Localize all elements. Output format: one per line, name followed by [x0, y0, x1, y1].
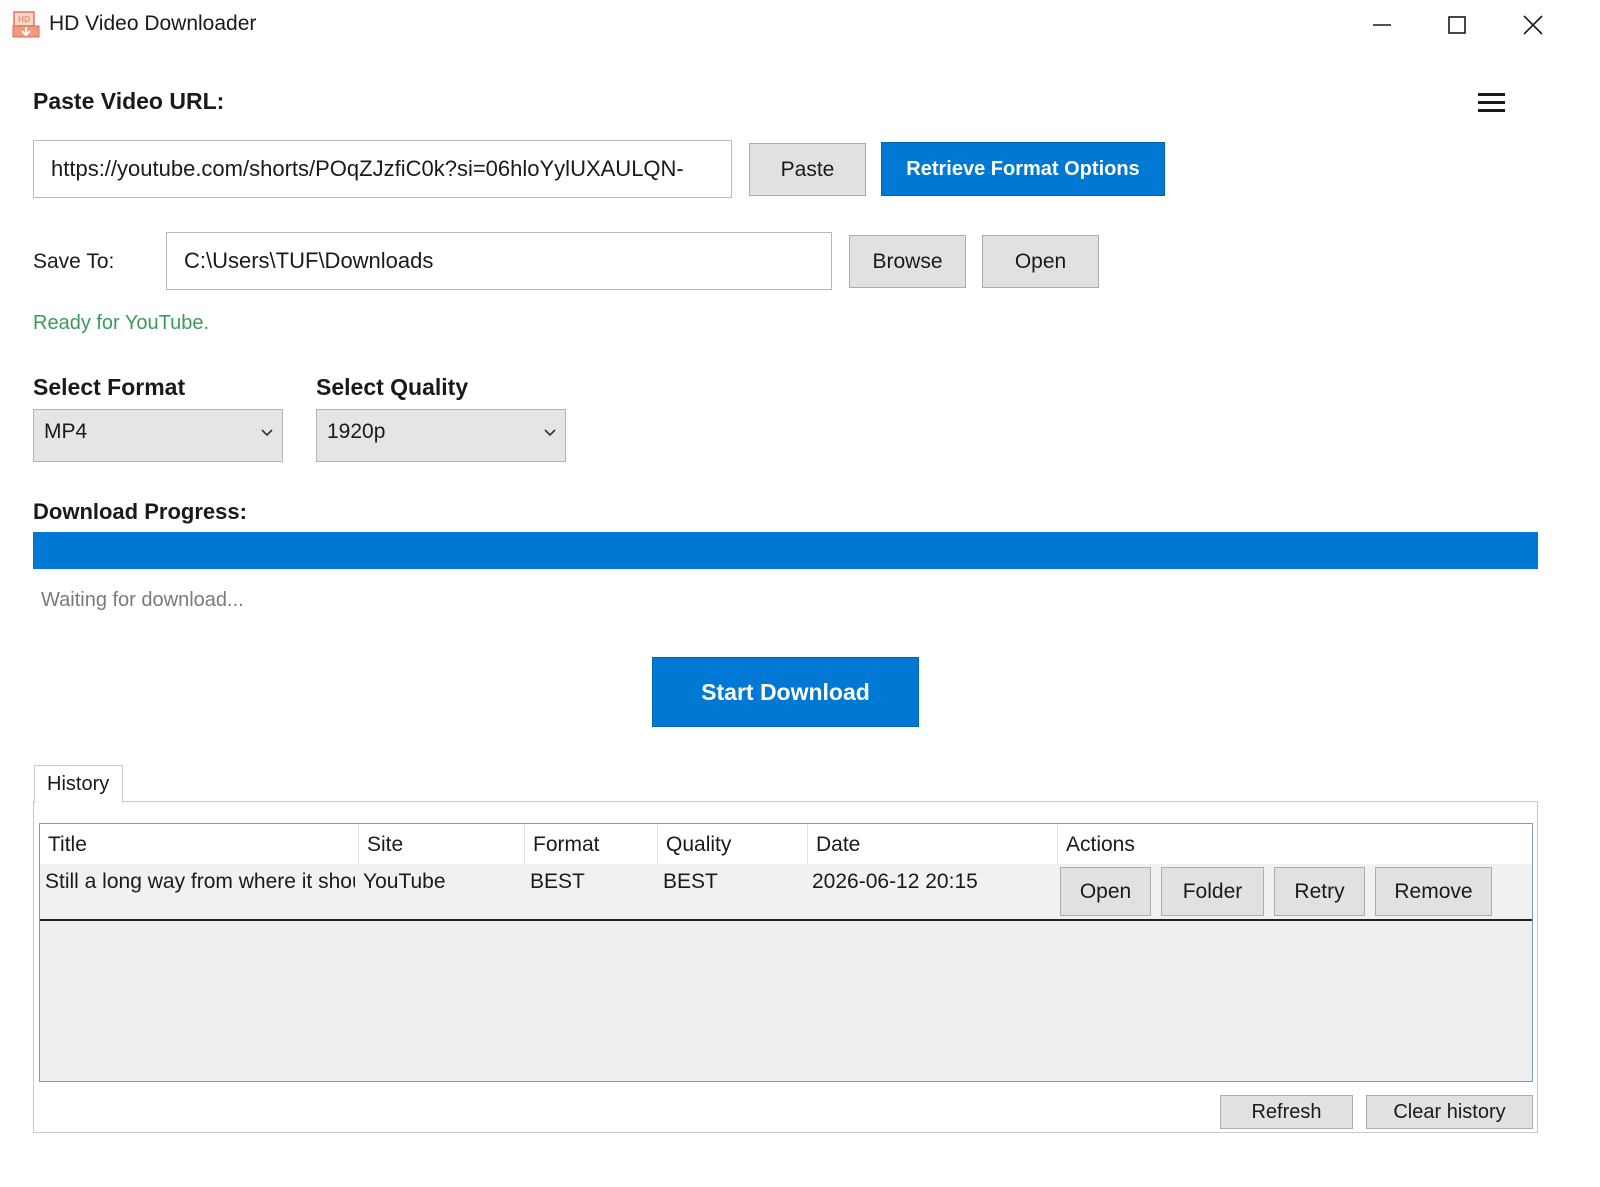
- column-header-site[interactable]: Site: [359, 824, 525, 864]
- table-row[interactable]: Still a long way from where it shoul You…: [40, 864, 1532, 921]
- url-input[interactable]: https://youtube.com/shorts/POqZJzfiC0k?s…: [33, 140, 732, 198]
- history-table: Title Site Format Quality Date Actions S…: [39, 823, 1533, 1082]
- download-app-icon: HD: [12, 10, 40, 38]
- quality-selected-value: 1920p: [327, 420, 386, 443]
- browse-button[interactable]: Browse: [849, 235, 966, 288]
- status-text: Ready for YouTube.: [33, 312, 210, 334]
- column-header-date[interactable]: Date: [808, 824, 1058, 864]
- chevron-down-icon: [544, 429, 556, 437]
- maximize-button[interactable]: [1427, 4, 1487, 46]
- window-title: HD Video Downloader: [49, 12, 257, 35]
- svg-text:HD: HD: [18, 15, 30, 24]
- cell-format: BEST: [530, 870, 585, 893]
- table-header: Title Site Format Quality Date Actions: [40, 824, 1532, 865]
- cell-date: 2026-06-12 20:15: [812, 870, 978, 893]
- open-folder-button[interactable]: Open: [982, 235, 1099, 288]
- quality-select[interactable]: 1920p: [316, 409, 566, 462]
- cell-quality: BEST: [663, 870, 718, 893]
- save-path-input[interactable]: C:\Users\TUF\Downloads: [166, 232, 832, 290]
- progress-status-text: Waiting for download...: [41, 589, 244, 611]
- close-icon: [1523, 15, 1543, 35]
- refresh-button[interactable]: Refresh: [1220, 1095, 1353, 1129]
- column-header-format[interactable]: Format: [525, 824, 658, 864]
- chevron-down-icon: [261, 429, 273, 437]
- row-open-button[interactable]: Open: [1060, 867, 1151, 916]
- column-header-title[interactable]: Title: [40, 824, 359, 864]
- format-selected-value: MP4: [44, 420, 88, 443]
- clear-history-button[interactable]: Clear history: [1366, 1095, 1533, 1129]
- row-retry-button[interactable]: Retry: [1274, 867, 1365, 916]
- cell-site: YouTube: [363, 870, 446, 893]
- cell-title: Still a long way from where it shoul: [45, 870, 355, 893]
- url-label: Paste Video URL:: [33, 88, 225, 114]
- title-bar: HD HD Video Downloader: [0, 0, 1600, 52]
- save-to-label: Save To:: [33, 250, 115, 273]
- hamburger-menu-button[interactable]: [1477, 91, 1507, 115]
- minimize-button[interactable]: [1352, 4, 1412, 46]
- quality-label: Select Quality: [316, 374, 469, 400]
- close-button[interactable]: [1503, 4, 1563, 46]
- column-header-actions[interactable]: Actions: [1058, 824, 1532, 864]
- start-download-button[interactable]: Start Download: [652, 657, 919, 727]
- row-remove-button[interactable]: Remove: [1375, 867, 1492, 916]
- progress-fill: [33, 532, 1538, 569]
- tab-history[interactable]: History: [34, 765, 123, 803]
- minimize-icon: [1373, 24, 1391, 26]
- download-progress-bar: [33, 532, 1538, 569]
- format-label: Select Format: [33, 374, 186, 400]
- paste-button[interactable]: Paste: [749, 143, 866, 196]
- hamburger-menu-icon: [1478, 93, 1505, 112]
- tab-history-label: History: [47, 773, 110, 795]
- maximize-icon: [1448, 16, 1466, 34]
- progress-label: Download Progress:: [33, 499, 247, 524]
- column-header-quality[interactable]: Quality: [658, 824, 808, 864]
- format-select[interactable]: MP4: [33, 409, 283, 462]
- row-folder-button[interactable]: Folder: [1161, 867, 1264, 916]
- retrieve-format-options-button[interactable]: Retrieve Format Options: [881, 142, 1165, 196]
